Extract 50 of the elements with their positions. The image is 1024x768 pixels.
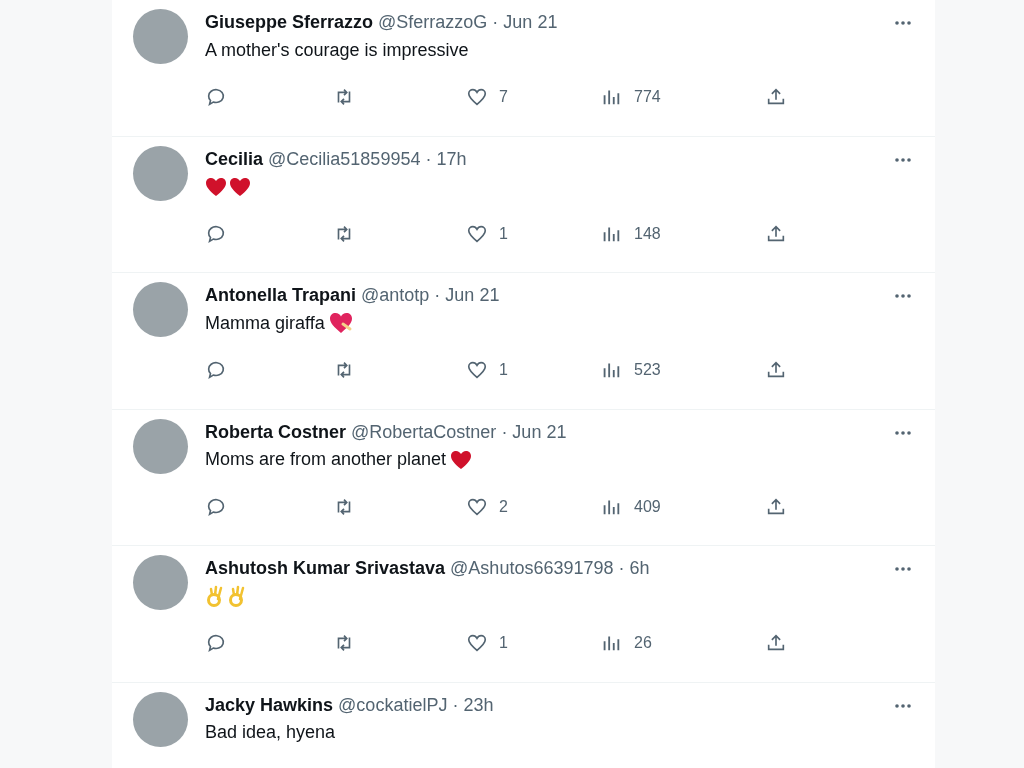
- avatar[interactable]: [133, 691, 188, 747]
- post-time[interactable]: · Jun 21: [434, 282, 500, 308]
- comment-icon[interactable]: [205, 359, 227, 381]
- post-time[interactable]: · Jun 21: [492, 9, 558, 35]
- view-count: 26: [634, 633, 652, 653]
- post-time[interactable]: · 17h: [425, 145, 467, 172]
- view-count: 409: [634, 496, 661, 517]
- heart-emoji-icon: [450, 449, 473, 470]
- comment-icon[interactable]: [205, 86, 227, 108]
- avatar[interactable]: [133, 282, 188, 337]
- author-name[interactable]: Giuseppe Sferrazzo: [205, 9, 374, 35]
- view-count: 774: [634, 87, 661, 107]
- view-count: 148: [634, 223, 661, 244]
- comment-icon[interactable]: [205, 632, 227, 654]
- author-name[interactable]: Roberta Costner: [205, 418, 347, 445]
- author-handle[interactable]: @RobertaCostner: [351, 418, 497, 445]
- avatar[interactable]: [133, 418, 188, 474]
- bandaged-heart-emoji-icon: [328, 312, 353, 334]
- author-handle[interactable]: @SferrazzoG: [378, 9, 488, 35]
- like-count: 7: [499, 87, 508, 107]
- post-time[interactable]: · 23h: [452, 691, 494, 718]
- heart-icon[interactable]: [466, 632, 488, 654]
- ok-hand-emoji-icon: [205, 585, 225, 607]
- author-handle[interactable]: @Ashutos66391798: [450, 555, 614, 581]
- like-count: 1: [499, 633, 508, 653]
- like-count: 1: [499, 223, 508, 244]
- reply-text: A mother's courage is impressive: [205, 38, 469, 62]
- author-name[interactable]: Jacky Hawkins: [205, 691, 334, 718]
- reply-text: Mamma giraffa: [205, 311, 325, 335]
- author-name[interactable]: Cecilia: [205, 145, 264, 172]
- avatar[interactable]: [133, 555, 188, 610]
- heart-emoji-icon: [229, 176, 251, 197]
- reply-text: Bad idea, hyena: [205, 721, 336, 744]
- author-handle[interactable]: @antotp: [361, 282, 430, 308]
- view-count: 523: [634, 360, 661, 380]
- author-handle[interactable]: @cockatielPJ: [338, 691, 448, 718]
- author-name[interactable]: Ashutosh Kumar Srivastava: [205, 555, 446, 581]
- heart-icon[interactable]: [466, 86, 488, 108]
- heart-emoji-icon: [205, 176, 227, 197]
- post-time[interactable]: · Jun 21: [501, 418, 567, 445]
- author-handle[interactable]: @Cecilia51859954: [268, 145, 421, 172]
- author-name[interactable]: Antonella Trapani: [205, 282, 357, 308]
- post-time[interactable]: · 6h: [618, 555, 650, 581]
- avatar[interactable]: [133, 145, 188, 201]
- avatar[interactable]: [133, 9, 188, 64]
- like-count: 2: [499, 496, 508, 517]
- like-count: 1: [499, 360, 508, 380]
- reply-text: Moms are from another planet: [205, 448, 447, 471]
- ok-hand-emoji-icon: [227, 585, 247, 607]
- heart-icon[interactable]: [466, 359, 488, 381]
